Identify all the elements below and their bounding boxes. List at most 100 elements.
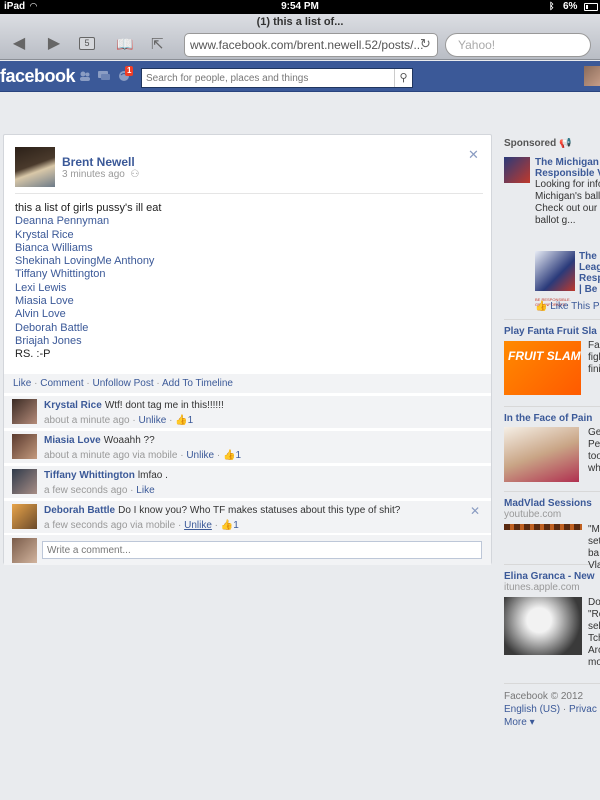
comment-text: Woaahh ?? (103, 435, 155, 446)
commenter-name[interactable]: Tiffany Whittington (44, 470, 135, 481)
ad-title[interactable]: Resp (579, 273, 600, 284)
like-link[interactable]: Like (13, 378, 31, 389)
sponsored-label: Sponsored (504, 138, 557, 149)
unlike-link[interactable]: Unlike (184, 520, 212, 531)
tagged-friend[interactable]: Krystal Rice (15, 229, 161, 242)
like-count[interactable]: 1 (188, 415, 194, 426)
tabs-button[interactable]: 5 (79, 37, 95, 50)
back-icon[interactable]: ◀ (8, 34, 30, 54)
post-card: Brent Newell 3 minutes ago ⚇ ✕ this a li… (3, 134, 492, 565)
delete-comment-icon[interactable]: ✕ (470, 504, 480, 518)
facebook-logo[interactable]: facebook (0, 66, 76, 87)
post-timestamp[interactable]: 3 minutes ago (62, 169, 125, 180)
tagged-friend[interactable]: Tiffany Whittington (15, 268, 161, 281)
ad-image[interactable] (504, 427, 579, 482)
ad-title[interactable]: The Michigan (535, 157, 600, 168)
ad-text: Tch (588, 633, 600, 644)
battery-icon (584, 3, 598, 11)
comment-time[interactable]: about a minute ago (44, 450, 130, 461)
ad-michigan[interactable]: The Michigan Responsible V Looking for i… (504, 157, 600, 245)
post-meta: 3 minutes ago ⚇ (62, 169, 139, 180)
commenter-avatar[interactable] (12, 434, 37, 459)
more-link[interactable]: More (504, 717, 527, 728)
search-field[interactable]: Yahoo! (445, 33, 591, 57)
tagged-friend[interactable]: Bianca Williams (15, 242, 161, 255)
ad-title[interactable]: Leag (579, 262, 600, 273)
ad-title[interactable]: In the Face of Pain (504, 413, 600, 424)
unlike-link[interactable]: Unlike (186, 450, 214, 461)
tagged-friend[interactable]: Briajah Jones (15, 335, 161, 348)
comment-meta: a few seconds ago via mobile · Unlike · … (44, 520, 239, 531)
reload-icon[interactable]: ↻ (420, 36, 431, 52)
thumbs-up-icon: 👍 (220, 520, 234, 531)
ad-title[interactable]: Play Fanta Fruit Sla (504, 326, 600, 337)
ad-like-link[interactable]: 👍 Like This Pa (535, 301, 600, 312)
ad-title[interactable]: | Be (579, 284, 600, 295)
ad-text: ba (588, 548, 600, 559)
commenter-name[interactable]: Miasia Love (44, 435, 101, 446)
unlike-link[interactable]: Unlike (139, 415, 167, 426)
unfollow-post-link[interactable]: Unfollow Post (93, 378, 154, 389)
tagged-friend[interactable]: Shekinah LovingMe Anthony (15, 255, 161, 268)
tagged-friend[interactable]: Lexi Lewis (15, 282, 161, 295)
ad-title[interactable]: Elina Granca - New (504, 571, 600, 582)
privacy-link[interactable]: Privac (569, 704, 597, 715)
comment-link[interactable]: Comment (40, 378, 83, 389)
commenter-name[interactable]: Krystal Rice (44, 400, 102, 411)
like-count[interactable]: 1 (235, 450, 241, 461)
ad-league[interactable]: The Leag Resp | Be BE RESPONSIBLE. GET I… (504, 251, 600, 313)
ad-logo[interactable] (504, 157, 530, 183)
ad-text: figh (588, 352, 600, 363)
commenter-avatar[interactable] (12, 469, 37, 494)
commenter-avatar[interactable] (12, 504, 37, 529)
ad-title[interactable]: Responsible V (535, 168, 600, 179)
comment-time[interactable]: about a minute ago (44, 415, 130, 426)
profile-avatar[interactable] (584, 66, 600, 86)
comment-time[interactable]: a few seconds ago (44, 485, 127, 496)
tagged-friend[interactable]: Deborah Battle (15, 322, 161, 335)
post-signoff: RS. :-P (15, 348, 51, 361)
ad-title[interactable]: The (579, 251, 600, 262)
ad-image[interactable]: FRUIT SLAM (504, 341, 581, 395)
search-input[interactable] (142, 69, 392, 87)
forward-icon[interactable]: ▶ (43, 34, 65, 54)
search-box: ⚲ (141, 68, 413, 88)
share-icon[interactable]: ⇱ (151, 35, 164, 53)
like-link[interactable]: Like (136, 485, 154, 496)
comment-input[interactable] (42, 541, 482, 559)
post-actions: Like · Comment · Unfollow Post · Add To … (4, 374, 491, 393)
commenter-name[interactable]: Deborah Battle (44, 505, 115, 516)
address-bar[interactable]: www.facebook.com/brent.newell.52/posts/.… (184, 33, 438, 57)
messages-icon[interactable] (98, 70, 110, 82)
post-author-link[interactable]: Brent Newell (62, 155, 135, 169)
ad-image[interactable] (535, 251, 575, 291)
ad-text: "Ro (588, 609, 600, 620)
ad-text: fini (588, 364, 600, 375)
commenter-avatar[interactable] (12, 399, 37, 424)
ad-text: Looking for info (535, 179, 600, 190)
tagged-friend[interactable]: Alvin Love (15, 308, 161, 321)
audience-icon[interactable]: ⚇ (128, 169, 139, 180)
author-avatar[interactable] (15, 147, 55, 187)
ad-image[interactable] (504, 597, 582, 655)
ad-pain[interactable]: In the Face of Pain Ge Pe too wh (504, 413, 600, 485)
ad-text: ballot g... (535, 215, 576, 226)
search-icon[interactable]: ⚲ (394, 69, 412, 87)
comment-time[interactable]: a few seconds ago (44, 520, 127, 531)
like-count[interactable]: 1 (233, 520, 239, 531)
language-link[interactable]: English (US) (504, 704, 560, 715)
bookmarks-icon[interactable]: 📖 (116, 36, 133, 53)
ad-title[interactable]: MadVlad Sessions (504, 498, 600, 509)
comment-text: Wtf! dont tag me in this!!!!!! (104, 400, 224, 411)
comment: Deborah Battle Do I know you? Who TF make… (4, 500, 491, 533)
ad-fanta[interactable]: Play Fanta Fruit Sla FRUIT SLAM Fan figh… (504, 326, 600, 400)
close-icon[interactable]: ✕ (468, 147, 479, 163)
friend-requests-icon[interactable] (79, 70, 91, 82)
add-to-timeline-link[interactable]: Add To Timeline (162, 378, 233, 389)
ad-image[interactable] (504, 524, 582, 530)
tagged-friend[interactable]: Deanna Pennyman (15, 215, 161, 228)
battery-percent: 6% (563, 1, 578, 12)
ad-madvlad[interactable]: MadVlad Sessions youtube.com "M set ba V… (504, 498, 600, 571)
ad-elina[interactable]: Elina Granca - New itunes.apple.com Do "… (504, 571, 600, 677)
tagged-friend[interactable]: Miasia Love (15, 295, 161, 308)
